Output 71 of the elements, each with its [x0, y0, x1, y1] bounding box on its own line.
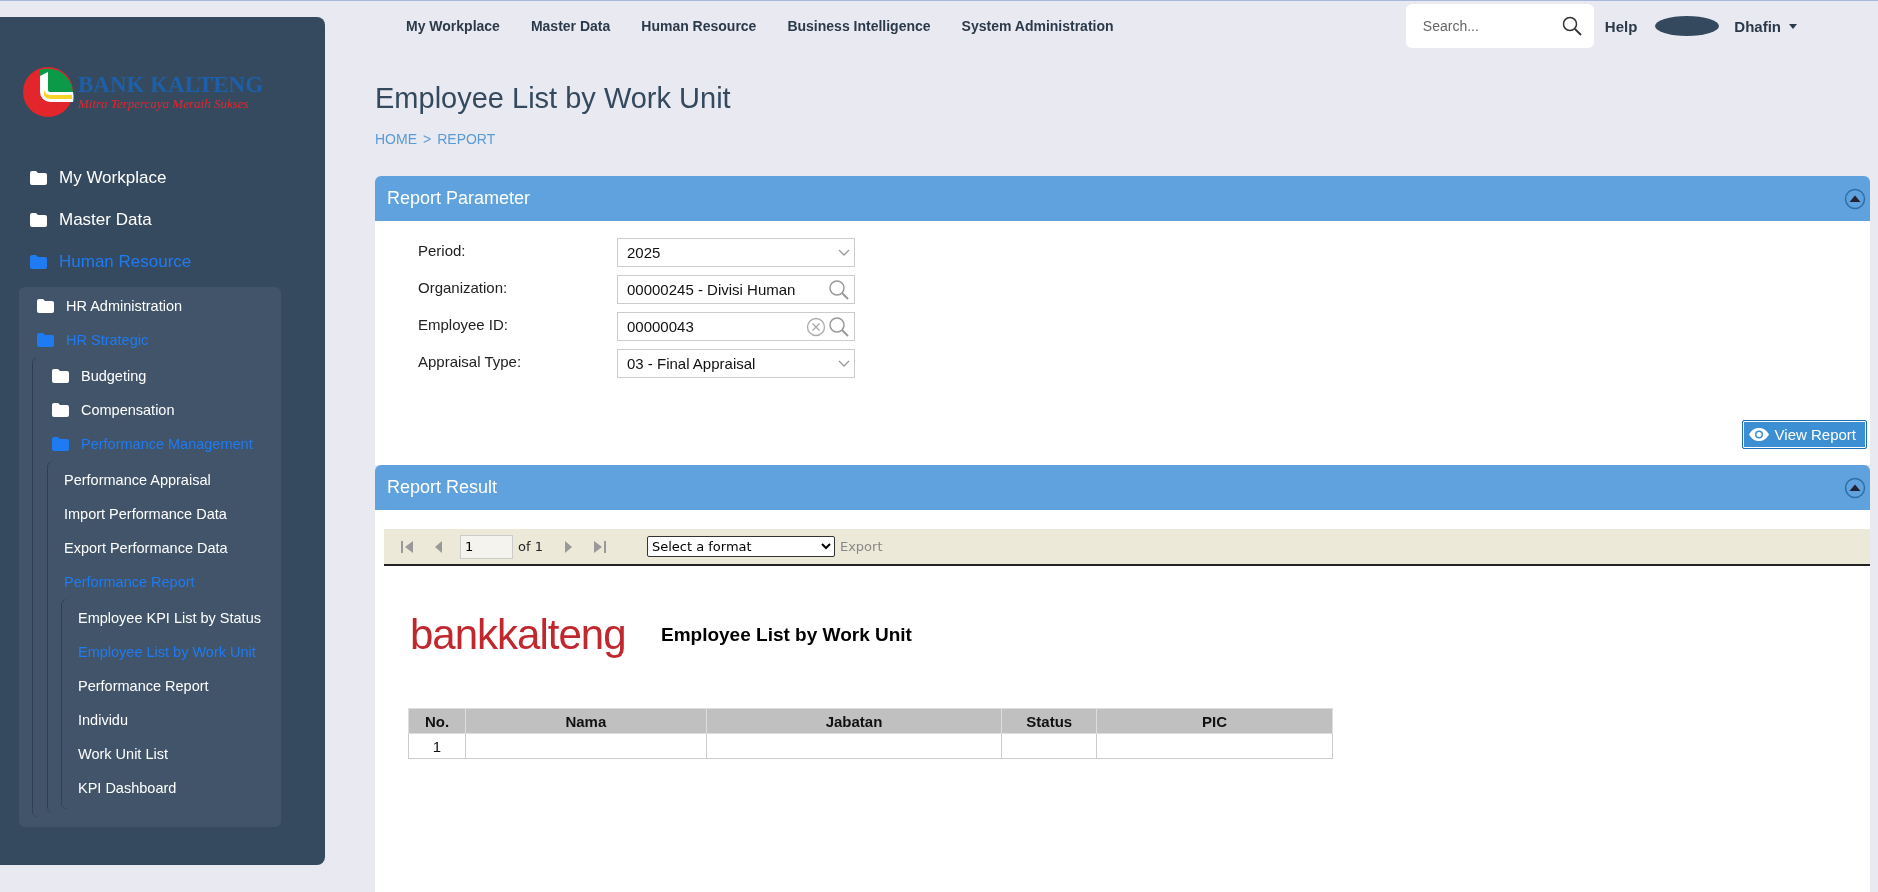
field-label: Organization: [418, 278, 509, 296]
logo-text: kalteng [497, 610, 626, 659]
folder-icon [37, 299, 54, 313]
sidebar-menu-item[interactable]: My Workplace [0, 157, 325, 199]
table-cell: 1 [408, 733, 466, 759]
sidebar-menu-item[interactable]: Master Data [0, 199, 325, 241]
dropdown[interactable]: 03 - Final Appraisal [617, 349, 855, 378]
column-header: Status [1001, 708, 1097, 734]
clear-icon[interactable] [806, 316, 826, 337]
field-value[interactable]: 03 - Final Appraisal [625, 354, 836, 373]
folder-icon [30, 255, 47, 269]
dropdown[interactable]: 2025 [617, 238, 855, 267]
folder-icon [52, 369, 69, 383]
panel-title: Report Parameter [387, 188, 531, 209]
folder-icon [37, 333, 54, 347]
lookup-field[interactable]: 00000043 [617, 312, 855, 341]
folder-icon [30, 171, 47, 185]
first-page-icon[interactable] [400, 539, 414, 554]
sidebar-menu-item[interactable]: KPI Dashboard [66, 771, 281, 805]
sidebar-menu-item[interactable]: Individu [66, 703, 281, 737]
sidebar-menu-item[interactable]: HR Administration [19, 289, 281, 323]
field-label: Appraisal Type: [418, 352, 523, 370]
lookup-field[interactable]: 00000245 - Divisi Human [617, 275, 855, 304]
logo-text: bank [410, 610, 498, 659]
eye-icon [1748, 428, 1769, 441]
page-title: Employee List by Work Unit [375, 82, 732, 115]
report-title: Employee List by Work Unit [661, 623, 912, 646]
user-menu[interactable]: Dhafin [1734, 17, 1797, 35]
logo-tagline: Mitra Terpercaya Meraih Sukses [78, 97, 250, 111]
format-dropdown[interactable]: Select a format [646, 536, 835, 557]
nav-link[interactable]: Master Data [530, 18, 611, 34]
nav-link[interactable]: Human Resource [641, 18, 757, 34]
column-header: No. [408, 708, 466, 734]
sidebar-menu-item[interactable]: Export Performance Data [52, 531, 281, 565]
caret-icon [1789, 23, 1797, 29]
logo-icon [22, 66, 74, 118]
column-header: Nama [465, 708, 707, 734]
chevron-icon [838, 248, 850, 257]
field-label: Period: [418, 241, 467, 259]
sidebar-menu-item[interactable]: Import Performance Data [52, 497, 281, 531]
sidebar-menu-item[interactable]: Performance Report [66, 669, 281, 703]
chevron-icon [838, 359, 850, 368]
column-header: Jabatan [706, 708, 1002, 734]
folder-icon [52, 403, 69, 417]
field-value[interactable]: 00000245 - Divisi Human [625, 280, 826, 299]
nav-link[interactable]: My Workplace [406, 18, 500, 34]
sidebar-menu-item[interactable]: Employee KPI List by Status [66, 601, 281, 635]
folder-icon [30, 213, 47, 227]
page-count: of 1 [518, 539, 543, 554]
sidebar-menu-item[interactable]: Performance Appraisal [52, 463, 281, 497]
search-box[interactable]: Search... [1405, 4, 1594, 48]
help-link[interactable]: Help [1604, 17, 1638, 35]
sidebar-menu-item[interactable]: Work Unit List [66, 737, 281, 771]
folder-icon [52, 437, 69, 451]
collapse-icon[interactable] [1844, 476, 1866, 499]
field-label: Employee ID: [418, 315, 510, 333]
panel-title: Report Result [387, 477, 498, 498]
field-value[interactable]: 00000043 [625, 317, 804, 336]
page-number-field[interactable]: 1 [460, 534, 513, 559]
sidebar-menu-item[interactable]: Compensation [33, 393, 281, 427]
column-header: PIC [1096, 708, 1333, 734]
field-value[interactable]: 2025 [625, 243, 836, 262]
nav-link[interactable]: System Administration [961, 18, 1114, 34]
search-icon[interactable] [1561, 16, 1582, 36]
avatar[interactable] [1655, 16, 1720, 36]
logo-name: BANK KALTENG [78, 73, 264, 97]
breadcrumb-separator: > [423, 131, 432, 147]
last-page-icon[interactable] [592, 539, 607, 554]
collapse-icon[interactable] [1844, 187, 1866, 210]
sidebar-menu-item[interactable]: Budgeting [33, 359, 281, 393]
nav-link[interactable]: Business Intelligence [787, 18, 931, 34]
